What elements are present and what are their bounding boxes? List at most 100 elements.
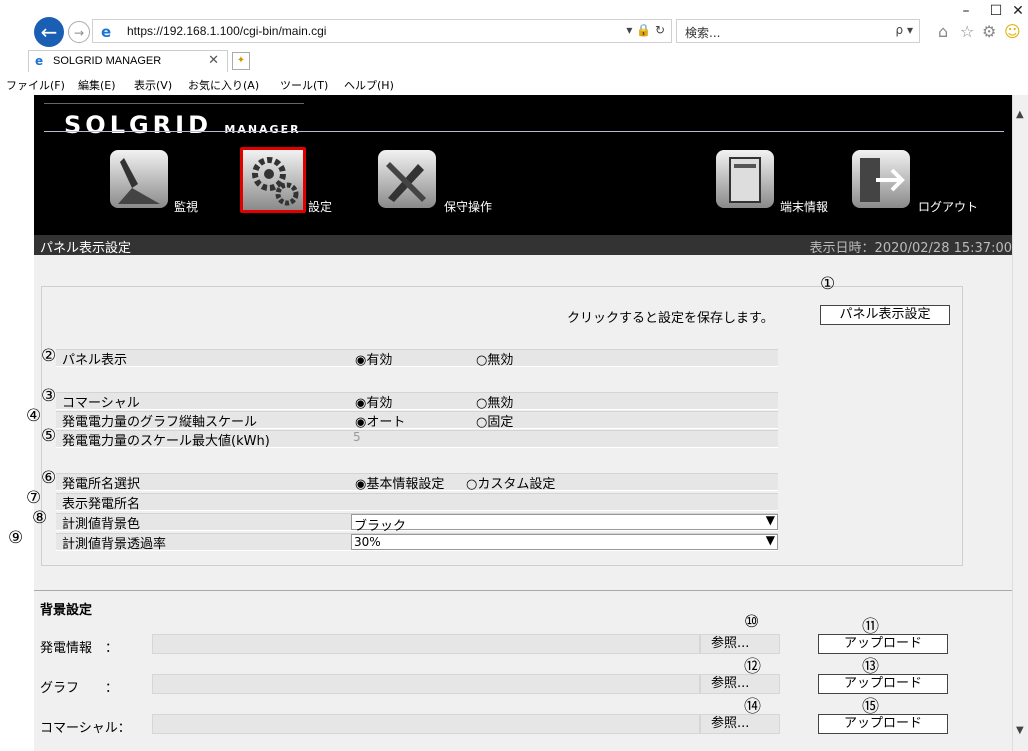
menu-bar: ファイル(F) 編集(E) 表示(V) お気に入り(A) ツール(T) ヘルプ(…	[0, 74, 1028, 94]
save-hint: クリックすると設定を保存します。	[567, 311, 774, 326]
marker-5: ⑤	[41, 426, 57, 446]
nav-logout-label[interactable]: ログアウト	[918, 198, 978, 215]
address-url[interactable]: https://192.168.1.100/cgi-bin/main.cgi	[127, 24, 326, 38]
settings-gear-icon[interactable]: ⚙	[982, 22, 996, 41]
nav-device-info[interactable]	[716, 150, 774, 208]
menu-help[interactable]: ヘルプ(H)	[344, 77, 394, 93]
monitor-icon	[110, 150, 168, 208]
marker-9: ⑨	[8, 528, 24, 548]
site-custom-radio[interactable]: ○カスタム設定	[466, 473, 555, 492]
nav-device-info-label[interactable]: 端末情報	[780, 198, 828, 215]
marker-10: ⑩	[744, 612, 760, 632]
back-arrow-icon: ←	[40, 20, 58, 44]
save-panel-settings-button[interactable]: パネル表示設定	[820, 305, 950, 325]
menu-favorites[interactable]: お気に入り(A)	[188, 77, 259, 93]
bg-color-value: ブラック	[354, 519, 407, 534]
panel-display-label: パネル表示	[62, 353, 128, 368]
bg-graph-browse-button[interactable]: 参照...	[700, 674, 780, 694]
chevron-down-icon[interactable]: ▼	[766, 513, 775, 527]
graph-scale-fixed-radio[interactable]: ○固定	[476, 411, 513, 430]
close-window-button[interactable]: ✕	[1004, 2, 1028, 20]
tab-title: SOLGRID MANAGER	[53, 55, 162, 67]
nav-maintenance-label[interactable]: 保守操作	[444, 198, 492, 215]
search-placeholder[interactable]: 検索...	[685, 24, 720, 41]
bg-color-select[interactable]: ブラック ▼	[351, 513, 778, 534]
search-icon[interactable]: ρ ▾	[896, 23, 913, 37]
bg-power-browse-button[interactable]: 参照...	[700, 634, 780, 654]
home-icon[interactable]: ⌂	[938, 22, 948, 41]
panel-display-enable-radio[interactable]: ◉有効	[355, 349, 392, 368]
address-bar[interactable]: e https://192.168.1.100/cgi-bin/main.cgi…	[92, 19, 672, 43]
scale-max-input[interactable]: 5	[353, 430, 361, 444]
vertical-scrollbar[interactable]: ▲ ▼	[1012, 95, 1028, 751]
marker-6: ⑥	[41, 468, 57, 488]
commercial-disable-radio[interactable]: ○無効	[476, 392, 513, 411]
menu-edit[interactable]: 編集(E)	[78, 77, 116, 93]
header-divider	[44, 131, 1004, 132]
site-name-row	[56, 493, 778, 511]
nav-monitor[interactable]	[110, 150, 168, 208]
bg-commercial-label: コマーシャル：	[40, 721, 131, 736]
logo-frame-line	[44, 103, 304, 104]
site-name-label: 表示発電所名	[62, 497, 141, 512]
minimize-button[interactable]: –	[952, 2, 980, 20]
new-tab-icon[interactable]: ✦	[232, 52, 250, 70]
logo-main: SOLGRID	[64, 111, 213, 139]
graph-scale-label: 発電電力量のグラフ縦軸スケール	[62, 415, 258, 430]
app-logo: SOLGRID MANAGER	[64, 111, 301, 139]
menu-tools[interactable]: ツール(T)	[280, 77, 328, 93]
scroll-down-icon[interactable]: ▼	[1016, 725, 1024, 736]
menu-view[interactable]: 表示(V)	[134, 77, 172, 93]
logout-icon	[852, 150, 910, 208]
search-box[interactable]: 検索... ρ ▾	[676, 19, 920, 43]
bg-graph-label: グラフ ：	[40, 681, 119, 696]
bg-commercial-upload-button[interactable]: アップロード	[818, 714, 948, 734]
bg-commercial-file-input[interactable]	[152, 714, 700, 734]
address-tools-icons[interactable]: ▾ 🔒 ↻	[626, 23, 665, 37]
nav-monitor-label[interactable]: 監視	[174, 198, 198, 215]
graph-scale-auto-radio[interactable]: ◉オート	[355, 411, 405, 430]
commercial-enable-radio[interactable]: ◉有効	[355, 392, 392, 411]
bg-alpha-select[interactable]: 30% ▼	[351, 533, 778, 550]
section-divider	[34, 590, 1012, 591]
forward-button[interactable]: →	[68, 21, 90, 43]
bg-graph-upload-button[interactable]: アップロード	[818, 674, 948, 694]
tab-close-icon[interactable]: ✕	[208, 53, 219, 68]
nav-logout[interactable]	[852, 150, 910, 208]
bg-commercial-browse-button[interactable]: 参照...	[700, 714, 780, 734]
bg-graph-file-input[interactable]	[152, 674, 700, 694]
nav-settings[interactable]	[240, 147, 306, 213]
background-heading: 背景設定	[40, 603, 93, 618]
favorites-star-icon[interactable]: ☆	[960, 22, 974, 41]
nav-settings-label[interactable]: 設定	[308, 198, 332, 215]
marker-8: ⑧	[32, 508, 48, 528]
chevron-down-icon[interactable]: ▼	[766, 533, 775, 547]
bg-power-file-input[interactable]	[152, 634, 700, 654]
scroll-up-icon[interactable]: ▲	[1016, 109, 1024, 120]
tab-ie-icon: e	[35, 54, 44, 68]
site-select-label: 発電所名選択	[62, 477, 141, 492]
panel-display-row	[56, 349, 778, 367]
bg-alpha-label: 計測値背景透過率	[62, 537, 167, 552]
commercial-row	[56, 392, 778, 410]
bg-power-upload-button[interactable]: アップロード	[818, 634, 948, 654]
site-basic-info-radio[interactable]: ◉基本情報設定	[355, 473, 444, 492]
browser-tab[interactable]: e SOLGRID MANAGER ✕	[28, 50, 228, 72]
back-button[interactable]: ←	[34, 17, 64, 47]
forward-arrow-icon: →	[73, 26, 85, 40]
gear-icon	[240, 147, 306, 213]
device-icon	[716, 150, 774, 208]
marker-7: ⑦	[26, 488, 42, 508]
marker-3: ③	[41, 386, 57, 406]
panel-display-disable-radio[interactable]: ○無効	[476, 349, 513, 368]
bg-alpha-value: 30%	[354, 535, 381, 549]
marker-1: ①	[820, 274, 836, 294]
commercial-label: コマーシャル	[62, 396, 140, 411]
menu-file[interactable]: ファイル(F)	[6, 77, 65, 93]
ie-page-icon: e	[101, 23, 112, 41]
page-title: パネル表示設定	[40, 241, 132, 256]
bg-color-label: 計測値背景色	[62, 517, 141, 532]
nav-maintenance[interactable]	[378, 150, 436, 208]
smiley-feedback-icon[interactable]: ☺	[1004, 22, 1021, 41]
browser-chrome: – ☐ ✕ ← → e https://192.168.1.100/cgi-bi…	[0, 0, 1028, 95]
